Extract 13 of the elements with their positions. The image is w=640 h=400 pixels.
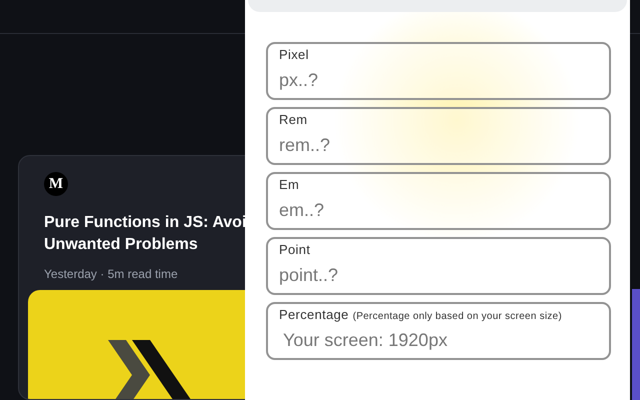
field-label: Em — [279, 176, 300, 194]
input-field[interactable]: Percentage (Percentage only based on your screen size) Your screen: 1920px — [266, 302, 611, 360]
input-field[interactable]: Pixel px..? — [266, 42, 611, 100]
input-field[interactable]: Point point..? — [266, 237, 611, 295]
text-input[interactable]: px..? — [279, 66, 598, 94]
field-label: Pixel — [279, 46, 309, 64]
input-field[interactable]: Em em..? — [266, 172, 611, 230]
field-note: (Percentage only based on your screen size) — [352, 310, 562, 324]
input-field[interactable]: Rem rem..? — [266, 107, 611, 165]
field-label: Rem — [279, 111, 308, 129]
article-meta: Yesterday · 5m read time — [44, 266, 178, 283]
source-logo: M — [44, 172, 68, 196]
field-label: Point — [279, 241, 310, 259]
